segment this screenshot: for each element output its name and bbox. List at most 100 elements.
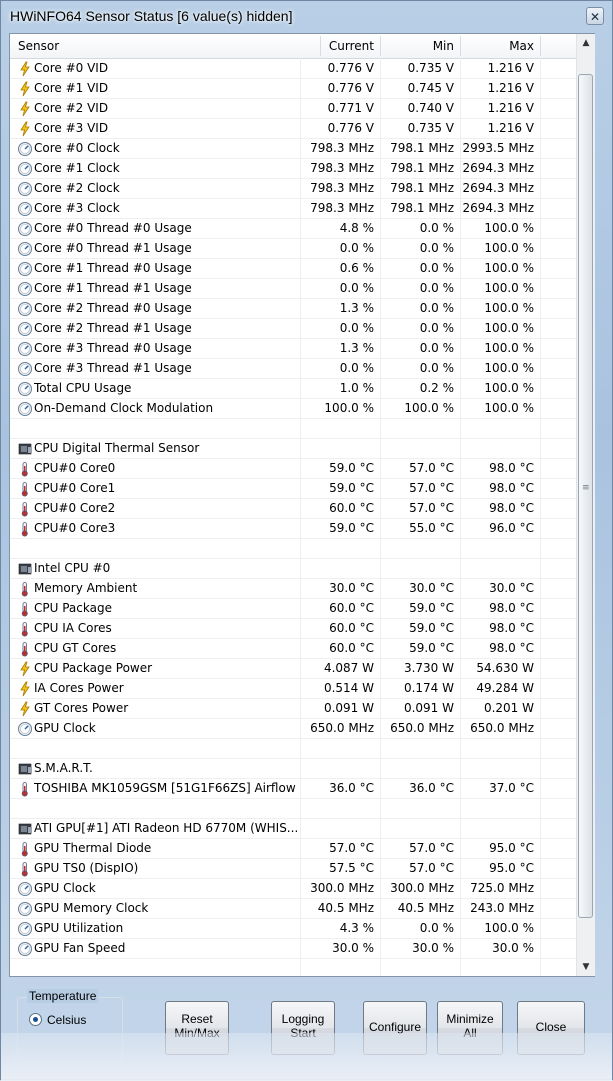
min-value: 30.0 %	[412, 941, 454, 955]
sensor-row[interactable]: IA Cores Power 0.514 W 0.174 W 49.284 W	[10, 679, 576, 699]
sensor-row[interactable]: Core #3 Clock 798.3 MHz 798.1 MHz 2694.3 MH…	[10, 199, 576, 219]
sensor-row[interactable]: GPU Memory Clock 40.5 MHz 40.5 MHz 243.0 MH…	[10, 899, 576, 919]
sensor-row[interactable]: Core #0 Thread #1 Usage 0.0 % 0.0 % 100.0 %	[10, 239, 576, 259]
max-value: 98.0 °C	[489, 641, 534, 655]
sensor-name: Total CPU Usage	[34, 381, 132, 395]
sensor-group-row[interactable]: Intel CPU #0	[10, 559, 576, 579]
current-value: 1.3 %	[339, 341, 374, 355]
sensor-row[interactable]: GPU Thermal Diode 57.0 °C 57.0 °C 95.0 °C	[10, 839, 576, 859]
empty-row[interactable]	[10, 539, 576, 559]
voltage-icon	[17, 61, 33, 77]
min-value: 0.735 V	[407, 61, 454, 75]
sensor-row[interactable]: GPU Clock 650.0 MHz 650.0 MHz 650.0 MHz	[10, 719, 576, 739]
column-divider[interactable]	[320, 36, 321, 56]
sensor-row[interactable]: Core #1 Thread #0 Usage 0.6 % 0.0 % 100.0 %	[10, 259, 576, 279]
sensor-row[interactable]: Memory Ambient 30.0 °C 30.0 °C 30.0 °C	[10, 579, 576, 599]
min-value: 0.0 %	[419, 301, 454, 315]
sensor-name: Core #3 Thread #1 Usage	[34, 361, 192, 375]
sensor-row[interactable]: CPU#0 Core1 59.0 °C 57.0 °C 98.0 °C	[10, 479, 576, 499]
empty-row[interactable]	[10, 799, 576, 819]
empty-row[interactable]	[10, 419, 576, 439]
clock-icon	[17, 201, 33, 217]
max-value: 100.0 %	[484, 281, 534, 295]
min-value: 798.1 MHz	[390, 201, 454, 215]
current-value: 650.0 MHz	[310, 721, 374, 735]
sensor-row[interactable]: CPU#0 Core2 60.0 °C 57.0 °C 98.0 °C	[10, 499, 576, 519]
max-value: 95.0 °C	[489, 861, 534, 875]
min-value	[380, 799, 454, 818]
thermometer-icon	[17, 621, 33, 637]
thermometer-icon	[17, 841, 33, 857]
sensor-name: CPU#0 Core0	[34, 461, 116, 475]
sensor-row[interactable]: CPU#0 Core0 59.0 °C 57.0 °C 98.0 °C	[10, 459, 576, 479]
sensor-row[interactable]: CPU Package 60.0 °C 59.0 °C 98.0 °C	[10, 599, 576, 619]
sensor-row[interactable]: Core #1 VID 0.776 V 0.745 V 1.216 V	[10, 79, 576, 99]
sensor-row[interactable]: Total CPU Usage 1.0 % 0.2 % 100.0 %	[10, 379, 576, 399]
sensor-rows: Core #0 VID 0.776 V 0.735 V 1.216 V Core #1 …	[10, 59, 576, 959]
celsius-radio-label[interactable]: Celsius	[47, 1013, 86, 1027]
column-divider[interactable]	[540, 36, 541, 56]
scroll-thumb[interactable]: ≡	[578, 74, 593, 918]
sensor-row[interactable]: Core #2 VID 0.771 V 0.740 V 1.216 V	[10, 99, 576, 119]
sensor-row[interactable]: Core #1 Clock 798.3 MHz 798.1 MHz 2694.3 MH…	[10, 159, 576, 179]
sensor-row[interactable]: On-Demand Clock Modulation 100.0 % 100.0 %…	[10, 399, 576, 419]
current-value: 30.0 %	[332, 941, 374, 955]
column-header-max[interactable]: Max	[466, 34, 534, 58]
sensor-name: CPU#0 Core3	[34, 521, 116, 535]
scroll-down-button[interactable]: ▼	[577, 958, 595, 976]
current-value	[300, 559, 374, 578]
sensor-row[interactable]: Core #2 Clock 798.3 MHz 798.1 MHz 2694.3 MH…	[10, 179, 576, 199]
column-divider[interactable]	[380, 36, 381, 56]
scroll-up-button[interactable]: ▲	[577, 34, 595, 52]
sensor-row[interactable]: CPU Package Power 4.087 W 3.730 W 54.630 W	[10, 659, 576, 679]
sensor-group-row[interactable]: ATI GPU[#1] ATI Radeon HD 6770M (WHIS...	[10, 819, 576, 839]
close-window-button[interactable]: ✕	[586, 7, 604, 25]
max-value: 98.0 °C	[489, 601, 534, 615]
sensor-row[interactable]: GPU Utilization 4.3 % 0.0 % 100.0 %	[10, 919, 576, 939]
sensor-row[interactable]: GPU Clock 300.0 MHz 300.0 MHz 725.0 MHz	[10, 879, 576, 899]
sensor-row[interactable]: Core #3 Thread #1 Usage 0.0 % 0.0 % 100.0 %	[10, 359, 576, 379]
sensor-row[interactable]: GT Cores Power 0.091 W 0.091 W 0.201 W	[10, 699, 576, 719]
sensor-row[interactable]: Core #3 VID 0.776 V 0.735 V 1.216 V	[10, 119, 576, 139]
sensor-row[interactable]: Core #3 Thread #0 Usage 1.3 % 0.0 % 100.0 %	[10, 339, 576, 359]
sensor-name: S.M.A.R.T.	[34, 761, 93, 775]
sensor-row[interactable]: Core #0 Clock 798.3 MHz 798.1 MHz 2993.5 MH…	[10, 139, 576, 159]
sensor-row[interactable]: CPU GT Cores 60.0 °C 59.0 °C 98.0 °C	[10, 639, 576, 659]
sensor-row[interactable]: Core #2 Thread #0 Usage 1.3 % 0.0 % 100.0 %	[10, 299, 576, 319]
vertical-scrollbar[interactable]: ▲ ≡ ▼	[576, 34, 595, 976]
clock-icon	[17, 321, 33, 337]
sensor-row[interactable]: TOSHIBA MK1059GSM [51G1F66ZS] Airflow 36.…	[10, 779, 576, 799]
current-value: 60.0 °C	[329, 621, 374, 635]
sensor-row[interactable]: GPU Fan Speed 30.0 % 30.0 % 30.0 %	[10, 939, 576, 959]
column-header-sensor[interactable]: Sensor	[18, 34, 59, 58]
min-value: 0.174 W	[403, 681, 454, 695]
current-value	[300, 439, 374, 458]
sensor-row[interactable]: Core #1 Thread #1 Usage 0.0 % 0.0 % 100.0 %	[10, 279, 576, 299]
sensor-row[interactable]: Core #0 VID 0.776 V 0.735 V 1.216 V	[10, 59, 576, 79]
max-value: 1.216 V	[487, 81, 534, 95]
sensor-name	[34, 539, 324, 558]
sensor-row[interactable]: CPU IA Cores 60.0 °C 59.0 °C 98.0 °C	[10, 619, 576, 639]
empty-row[interactable]	[10, 739, 576, 759]
column-divider[interactable]	[460, 36, 461, 56]
current-value: 60.0 °C	[329, 501, 374, 515]
sensor-row[interactable]: GPU TS0 (DispIO) 57.5 °C 57.0 °C 95.0 °C	[10, 859, 576, 879]
celsius-radio[interactable]	[29, 1013, 42, 1026]
min-value	[380, 559, 454, 578]
sensor-group-row[interactable]: S.M.A.R.T.	[10, 759, 576, 779]
sensor-table: Sensor Current Min Max Core #0 VID 0.776 …	[9, 33, 595, 977]
sensor-name: Core #3 Clock	[34, 201, 120, 215]
sensor-row[interactable]: CPU#0 Core3 59.0 °C 55.0 °C 96.0 °C	[10, 519, 576, 539]
blank-icon	[17, 421, 33, 437]
max-value	[460, 539, 534, 558]
sensor-group-row[interactable]: CPU Digital Thermal Sensor	[10, 439, 576, 459]
clock-icon	[17, 941, 33, 957]
column-header-min[interactable]: Min	[386, 34, 454, 58]
column-header-current[interactable]: Current	[326, 34, 374, 58]
sensor-name: GPU Clock	[34, 881, 96, 895]
current-value: 0.0 %	[339, 321, 374, 335]
sensor-name: GPU Memory Clock	[34, 901, 149, 915]
sensor-row[interactable]: Core #0 Thread #0 Usage 4.8 % 0.0 % 100.0 %	[10, 219, 576, 239]
sensor-row[interactable]: Core #2 Thread #1 Usage 0.0 % 0.0 % 100.0 %	[10, 319, 576, 339]
max-value: 0.201 W	[483, 701, 534, 715]
